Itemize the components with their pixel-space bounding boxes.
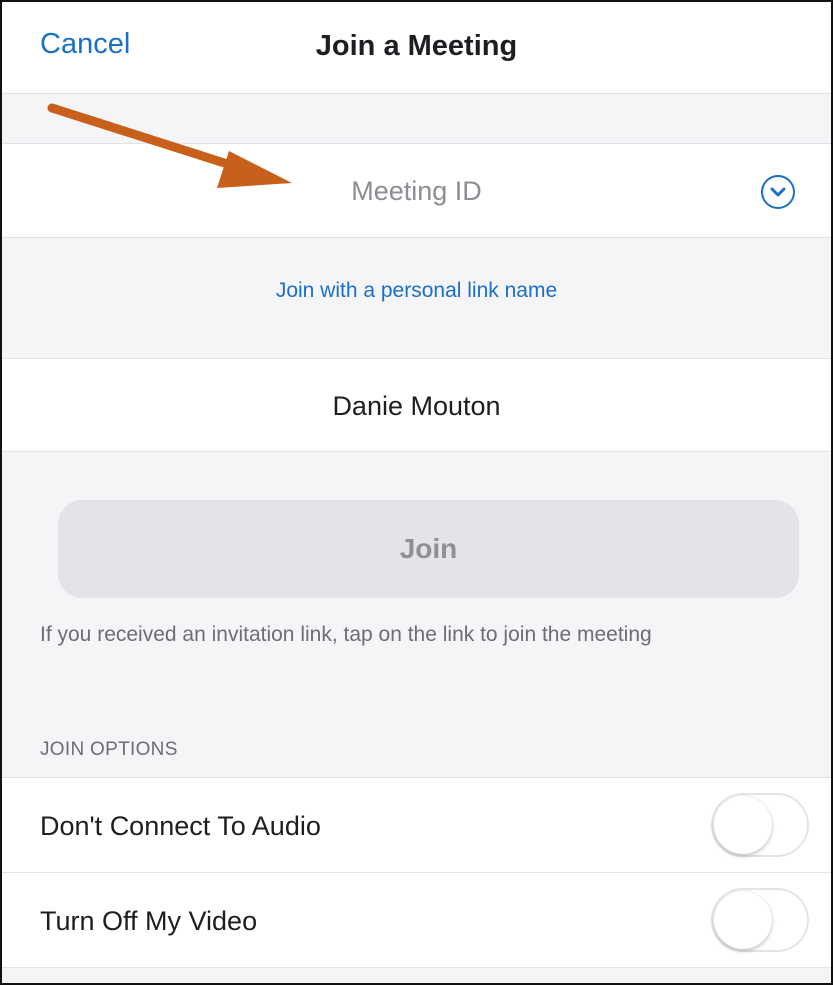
audio-toggle[interactable]	[711, 793, 809, 857]
chevron-down-circle-icon[interactable]	[761, 175, 795, 209]
toggle-knob	[714, 891, 772, 949]
option-label-video: Turn Off My Video	[40, 906, 258, 936]
option-row-video: Turn Off My Video	[2, 872, 831, 968]
join-button[interactable]: Join	[58, 500, 799, 598]
join-options-header: JOIN OPTIONS	[40, 739, 178, 760]
invitation-hint: If you received an invitation link, tap …	[40, 623, 652, 646]
join-meeting-screen: Cancel Join a Meeting Join with a person…	[0, 0, 833, 985]
meeting-id-row	[2, 143, 831, 238]
personal-link-name-link[interactable]: Join with a personal link name	[2, 279, 831, 303]
navigation-bar: Cancel Join a Meeting	[2, 2, 831, 94]
video-toggle[interactable]	[711, 888, 809, 952]
meeting-id-input[interactable]	[82, 168, 751, 214]
option-row-audio: Don't Connect To Audio	[2, 777, 831, 873]
display-name-input[interactable]	[42, 383, 791, 429]
option-label-audio: Don't Connect To Audio	[40, 811, 321, 841]
page-title: Join a Meeting	[315, 30, 518, 62]
toggle-knob	[714, 796, 772, 854]
name-row	[2, 358, 831, 452]
